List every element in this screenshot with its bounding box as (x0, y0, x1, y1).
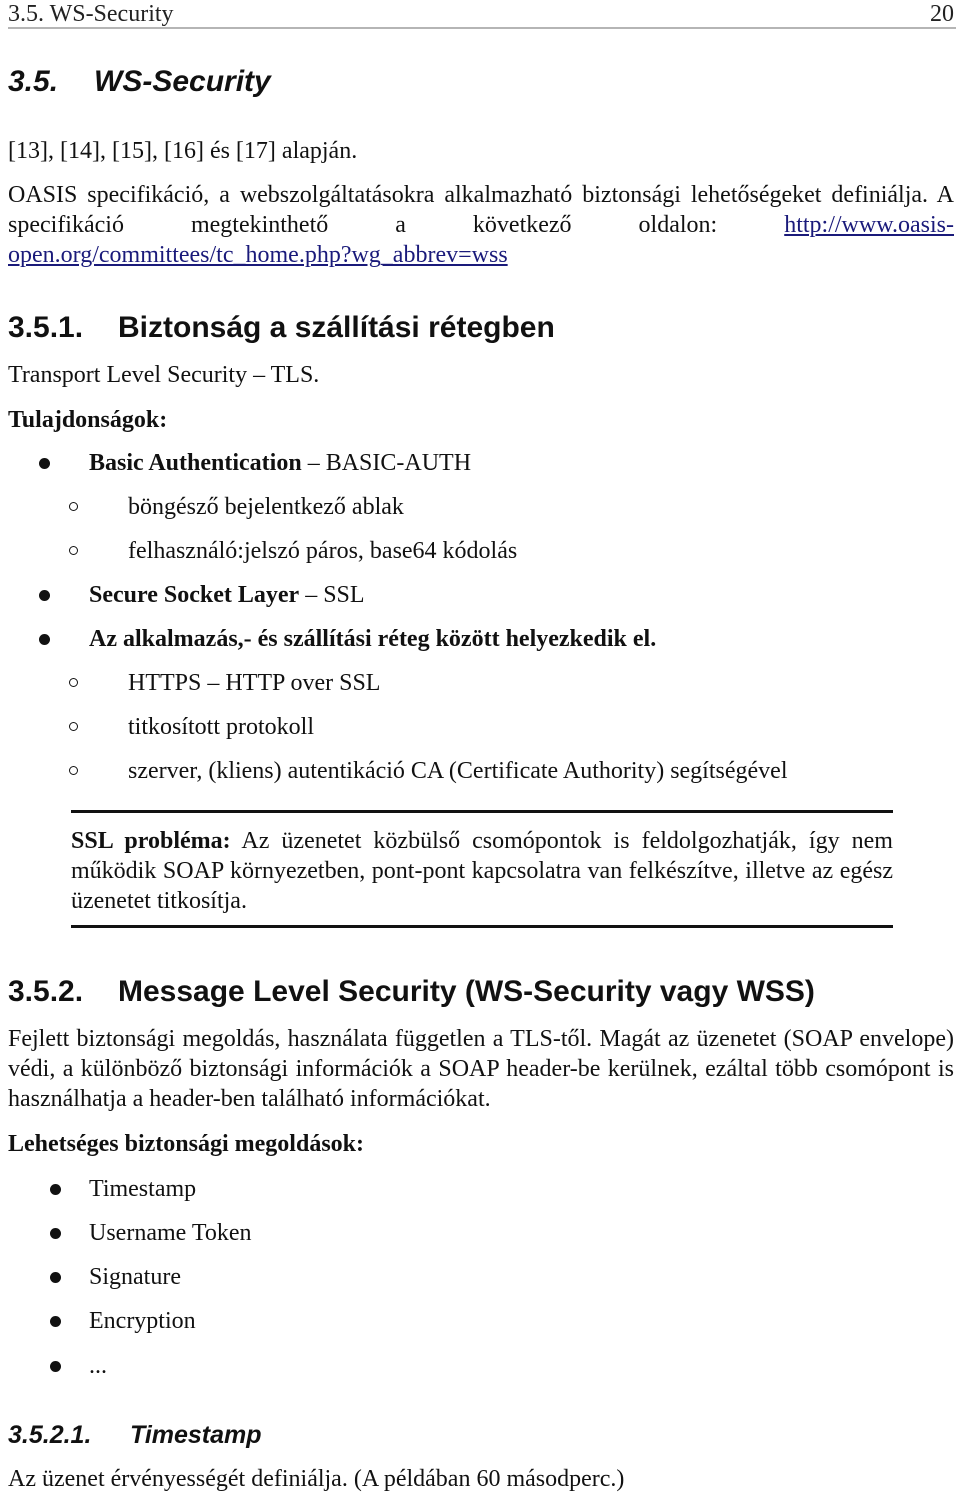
solution-item: ... (89, 1353, 107, 1379)
subsubsection-number: 3.5.2.1. (8, 1421, 92, 1449)
circle-bullet-icon (69, 502, 78, 511)
solution-item: Username Token (89, 1220, 252, 1246)
sub-list-item: felhasználó:jelszó páros, base64 kódolás (128, 538, 518, 564)
subsection-number: 3.5.1. (8, 311, 84, 344)
bullet-icon (39, 634, 50, 645)
properties-label: Tulajdonságok: (8, 407, 168, 433)
subsubsection-title: Timestamp (130, 1421, 262, 1449)
section-title: WS-Security (94, 65, 271, 98)
solution-item: Signature (89, 1264, 181, 1290)
item-bold: Basic Authentication (89, 450, 302, 476)
bullet-icon (39, 590, 50, 601)
sub-list-item: titkosított protokoll (128, 714, 315, 740)
subsection-number: 3.5.2. (8, 975, 84, 1008)
list-item: Secure Socket Layer – SSL (89, 580, 365, 610)
solution-item: Timestamp (89, 1176, 197, 1202)
circle-bullet-icon (69, 722, 78, 731)
circle-bullet-icon (69, 546, 78, 555)
note-top-rule (71, 810, 893, 813)
bullet-icon (39, 458, 50, 469)
item-rest: – BASIC-AUTH (301, 450, 472, 476)
running-header-title: 3.5. WS-Security (8, 1, 174, 27)
references-line: [13], [14], [15], [16] és [17] alapján. (8, 138, 358, 164)
section-number: 3.5. (8, 65, 59, 98)
bullet-icon (50, 1184, 61, 1195)
subsection-title: Message Level Security (WS-Security vagy… (118, 975, 815, 1008)
timestamp-paragraph: Az üzenet érvényességét definiálja. (A p… (8, 1466, 625, 1492)
sub-list-item: szerver, (kliens) autentikáció CA (Certi… (128, 758, 788, 784)
tls-lead: Transport Level Security – TLS. (8, 362, 320, 388)
subsection-heading: 3.5.2. Message Level Security (WS-Securit… (8, 974, 815, 1010)
wss-paragraph: Fejlett biztonsági megoldás, használata … (8, 1026, 954, 1112)
solutions-label: Lehetséges biztonsági megoldások: (8, 1131, 364, 1157)
intro-paragraph: OASIS specifikáció, a webszolgáltatásokr… (8, 180, 954, 270)
bullet-icon (50, 1361, 61, 1372)
sub-list-item: böngésző bejelentkező ablak (128, 494, 404, 520)
item-bold: Secure Socket Layer (89, 582, 300, 608)
circle-bullet-icon (69, 766, 78, 775)
note-label: SSL probléma: (71, 828, 231, 854)
bullet-icon (50, 1228, 61, 1239)
ssl-problem-note: SSL probléma: Az üzenetet közbülső csomó… (71, 826, 893, 916)
bullet-icon (50, 1316, 61, 1327)
item-bold: Az alkalmazás,- és szállítási réteg közö… (89, 626, 657, 652)
subsection-heading: 3.5.1. Biztonság a szállítási rétegben (8, 310, 555, 346)
page-number: 20 (930, 1, 954, 27)
subsection-title: Biztonság a szállítási rétegben (118, 311, 555, 344)
solution-item: Encryption (89, 1308, 196, 1334)
note-bottom-rule (71, 925, 893, 928)
subsubsection-heading: 3.5.2.1. Timestamp (8, 1420, 262, 1450)
item-rest: – SSL (299, 582, 365, 608)
list-item: Basic Authentication – BASIC-AUTH (89, 448, 471, 478)
sub-list-item: HTTPS – HTTP over SSL (128, 670, 381, 696)
list-item: Az alkalmazás,- és szállítási réteg közö… (89, 624, 656, 654)
bullet-icon (50, 1272, 61, 1283)
header-rule (8, 27, 956, 29)
section-heading: 3.5. WS-Security (8, 64, 271, 100)
circle-bullet-icon (69, 678, 78, 687)
